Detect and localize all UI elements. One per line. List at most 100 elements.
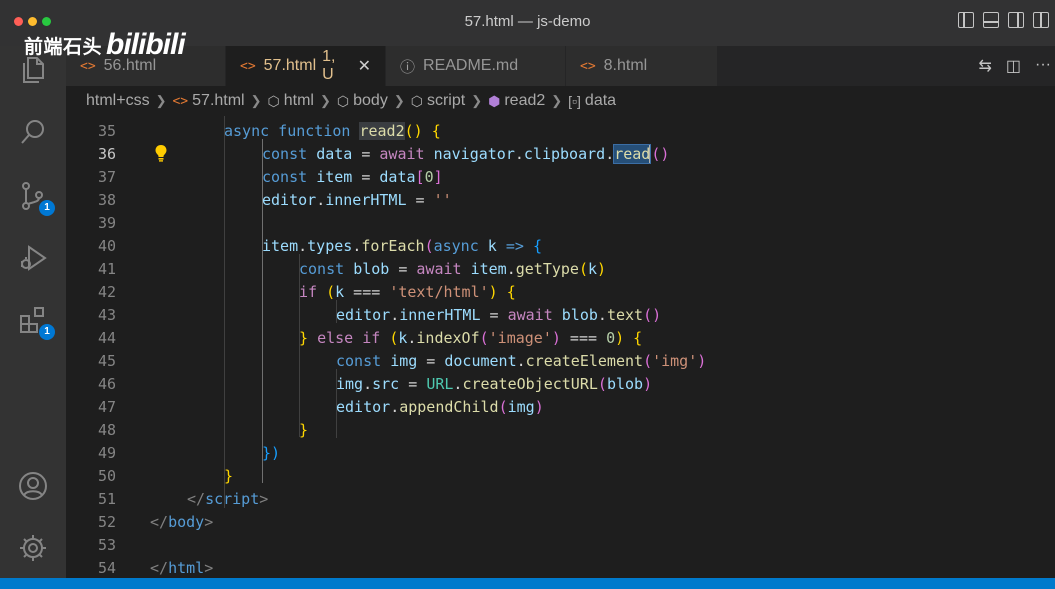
bilibili-logo: bilibili (106, 28, 186, 61)
code-token: clipboard (523, 145, 606, 163)
code-token: k (487, 237, 497, 255)
html-file-icon: <> (580, 58, 596, 74)
code-token: blob (561, 306, 598, 324)
breadcrumb-item[interactable]: script (427, 92, 465, 110)
code-token: else (317, 329, 363, 347)
code-token: = (417, 352, 445, 370)
chevron-right-icon: ❯ (551, 93, 563, 108)
code-token: forEach (361, 237, 425, 255)
code-token: if (362, 329, 390, 347)
tab-readme-md[interactable]: ⓘ README.md (386, 46, 566, 86)
code-token: 'image' (488, 329, 552, 347)
code-line: 46 img.src = URL.createObjectURL(blob) (66, 373, 1055, 396)
code-token: . (363, 375, 373, 393)
code-token: innerHTML (399, 306, 481, 324)
element-icon: ⬡ (267, 92, 280, 109)
breadcrumb-item[interactable]: read2 (504, 92, 545, 110)
gear-icon[interactable] (17, 532, 49, 564)
code-token: . (390, 306, 400, 324)
breadcrumb-item[interactable]: body (353, 92, 388, 110)
code-token: ( (326, 283, 336, 301)
toggle-panel-icon[interactable] (983, 12, 999, 28)
line-number: 50 (97, 467, 116, 485)
code-token: . (605, 145, 615, 163)
code-token: 0 (424, 168, 434, 186)
code-token: ( (578, 260, 588, 278)
code-token: text (606, 306, 644, 324)
line-number: 36 (97, 145, 116, 163)
code-editor[interactable]: 35 async function read2() { 36 const dat… (66, 116, 1055, 578)
code-token: const (262, 168, 317, 186)
customize-layout-icon[interactable] (1033, 12, 1049, 28)
code-token: => (496, 237, 533, 255)
code-token: indexOf (416, 329, 480, 347)
tab-57-html[interactable]: <> 57.html 1, U ✕ (226, 46, 386, 86)
code-token: 'img' (652, 352, 698, 370)
code-token: async (433, 237, 488, 255)
extensions-icon[interactable]: 1 (17, 304, 55, 340)
tab-label: 57.html (263, 57, 317, 74)
code-token: types (307, 237, 353, 255)
extensions-badge: 1 (39, 324, 55, 340)
code-line: 43 editor.innerHTML = await blob.text() (66, 304, 1055, 327)
html-file-icon: <> (240, 58, 256, 74)
toggle-primary-sidebar-icon[interactable] (958, 12, 974, 28)
tab-status: 1, U (322, 48, 336, 83)
code-token: = (399, 375, 427, 393)
lightbulb-icon[interactable] (154, 144, 168, 162)
line-number: 49 (97, 444, 116, 462)
split-editor-icon[interactable]: ◫ (1006, 56, 1021, 76)
code-line: 51 </script> (66, 488, 1055, 511)
code-token: ) (597, 260, 607, 278)
open-changes-icon[interactable]: ⇆ (978, 56, 991, 76)
code-line: 45 const img = document.createElement('i… (66, 350, 1055, 373)
more-actions-icon[interactable]: ··· (1035, 56, 1051, 76)
source-control-icon[interactable]: 1 (17, 180, 55, 216)
line-number: 43 (97, 306, 116, 324)
code-token: ( (479, 329, 489, 347)
code-line: 35 async function read2() { (66, 120, 1055, 143)
code-token: createObjectURL (462, 375, 598, 393)
code-token: { (506, 283, 516, 301)
info-icon: ⓘ (400, 57, 416, 76)
code-token: img (390, 352, 418, 370)
code-token: createElement (525, 352, 644, 370)
code-token: item (316, 168, 353, 186)
line-number: 52 (97, 513, 116, 531)
code-token: appendChild (399, 398, 499, 416)
chevron-right-icon: ❯ (393, 93, 405, 108)
tab-label: README.md (423, 57, 519, 74)
selected-token: read (613, 144, 652, 164)
debug-icon[interactable] (17, 242, 49, 274)
code-token: </ (187, 490, 206, 508)
code-token: ( (424, 237, 434, 255)
chevron-right-icon: ❯ (250, 93, 262, 108)
code-line: 53 (66, 534, 1055, 557)
layout-controls (958, 12, 1049, 28)
code-token: if (299, 283, 327, 301)
line-number: 38 (97, 191, 116, 209)
toggle-secondary-sidebar-icon[interactable] (1008, 12, 1024, 28)
code-line: 47 editor.appendChild(img) (66, 396, 1055, 419)
breadcrumb-item[interactable]: html (284, 92, 314, 110)
line-number: 48 (97, 421, 116, 439)
code-token: src (372, 375, 400, 393)
line-number: 37 (97, 168, 116, 186)
search-icon[interactable] (17, 116, 49, 148)
line-number: 53 (97, 536, 116, 554)
breadcrumb-item[interactable]: data (585, 92, 616, 110)
tab-8-html[interactable]: <> 8.html (566, 46, 718, 86)
chevron-right-icon: ❯ (155, 93, 167, 108)
breadcrumb-item[interactable]: html+css (86, 92, 150, 110)
code-line: 41 const blob = await item.getType(k) (66, 258, 1055, 281)
code-token: } (224, 467, 234, 485)
code-token: { (532, 237, 542, 255)
code-token: ) (551, 329, 561, 347)
close-icon[interactable]: ✕ (358, 56, 371, 76)
account-icon[interactable] (17, 470, 49, 502)
editor-actions: ⇆ ◫ ··· (978, 56, 1051, 76)
code-token: > (204, 513, 214, 531)
line-number: 51 (97, 490, 116, 508)
breadcrumb-item[interactable]: 57.html (192, 92, 244, 110)
code-token: </ (150, 559, 169, 577)
